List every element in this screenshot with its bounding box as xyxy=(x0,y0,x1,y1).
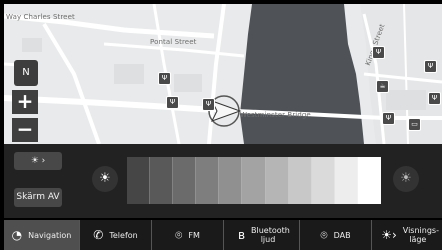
navigation-icon: ◔ xyxy=(11,228,23,242)
brightness-slider[interactable] xyxy=(127,157,382,204)
nav-item-label: Navigation xyxy=(28,230,72,240)
brightness-step[interactable] xyxy=(150,157,174,204)
road-label: Pontal Street xyxy=(150,38,197,46)
restaurant-icon[interactable]: Ψ xyxy=(166,96,179,109)
restaurant-icon[interactable]: Ψ xyxy=(428,92,441,105)
road-label: Westminster Bridge xyxy=(240,111,311,119)
bluetooth-icon: ʙ xyxy=(238,228,245,242)
brightness-up-icon[interactable]: ☀ xyxy=(393,166,419,192)
brightness-step[interactable] xyxy=(265,157,289,204)
display-mode-icon: ☀› xyxy=(381,228,397,242)
nav-item-label: Bluetooth ljud xyxy=(250,226,290,244)
display-settings-panel: ☀ › Skärm AV ☀ ☀ xyxy=(4,144,442,218)
nav-item-phone[interactable]: ✆ Telefon xyxy=(80,220,152,250)
nav-item-label: Visnings- läge xyxy=(402,226,439,244)
brightness-step[interactable] xyxy=(357,157,382,204)
phone-icon: ✆ xyxy=(93,228,104,242)
road-label: Way Charles Street xyxy=(6,13,75,21)
zoom-in-button[interactable]: + xyxy=(12,90,38,114)
nav-item-fm[interactable]: ⌾ FM xyxy=(152,220,224,250)
screen-off-button[interactable]: Skärm AV xyxy=(14,188,62,207)
restaurant-icon[interactable]: Ψ xyxy=(382,112,395,125)
nav-item-label: DAB xyxy=(333,230,351,240)
compass-icon: N xyxy=(22,67,30,78)
nav-item-navigation[interactable]: ◔ Navigation xyxy=(4,220,80,250)
map-view[interactable]: Way Charles Street Pontal Street Westmin… xyxy=(4,4,442,144)
nav-item-bluetooth-audio[interactable]: ʙ Bluetooth ljud xyxy=(224,220,300,250)
display-screen: Way Charles Street Pontal Street Westmin… xyxy=(0,0,442,250)
compass-button[interactable]: N xyxy=(14,60,38,86)
brightness-step[interactable] xyxy=(196,157,220,204)
map-canvas xyxy=(4,4,442,144)
brightness-step[interactable] xyxy=(127,157,151,204)
radio-icon: ⌾ xyxy=(320,227,328,242)
brightness-step[interactable] xyxy=(242,157,266,204)
nav-item-display-mode[interactable]: ☀› Visnings- läge xyxy=(372,220,442,250)
nav-item-label: Telefon xyxy=(109,230,138,240)
brightness-step[interactable] xyxy=(219,157,243,204)
restaurant-icon[interactable]: Ψ xyxy=(202,98,215,111)
brightness-down-icon[interactable]: ☀ xyxy=(92,166,118,192)
hotel-icon[interactable]: ▭ xyxy=(408,118,421,131)
radio-icon: ⌾ xyxy=(175,227,183,242)
brightness-step[interactable] xyxy=(311,157,335,204)
cafe-icon[interactable]: ☕ xyxy=(376,80,389,93)
brightness-step[interactable] xyxy=(288,157,312,204)
restaurant-icon[interactable]: Ψ xyxy=(158,72,171,85)
zoom-out-button[interactable]: − xyxy=(12,118,38,142)
restaurant-icon[interactable]: Ψ xyxy=(424,60,437,73)
brightness-step[interactable] xyxy=(173,157,197,204)
nav-item-dab[interactable]: ⌾ DAB xyxy=(300,220,372,250)
brightness-mode-button[interactable]: ☀ › xyxy=(14,152,62,170)
bottom-nav-bar: ◔ Navigation ✆ Telefon ⌾ FM ʙ Bluetooth … xyxy=(4,220,442,250)
nav-item-label: FM xyxy=(188,230,200,240)
restaurant-icon[interactable]: Ψ xyxy=(372,46,385,59)
brightness-step[interactable] xyxy=(334,157,358,204)
